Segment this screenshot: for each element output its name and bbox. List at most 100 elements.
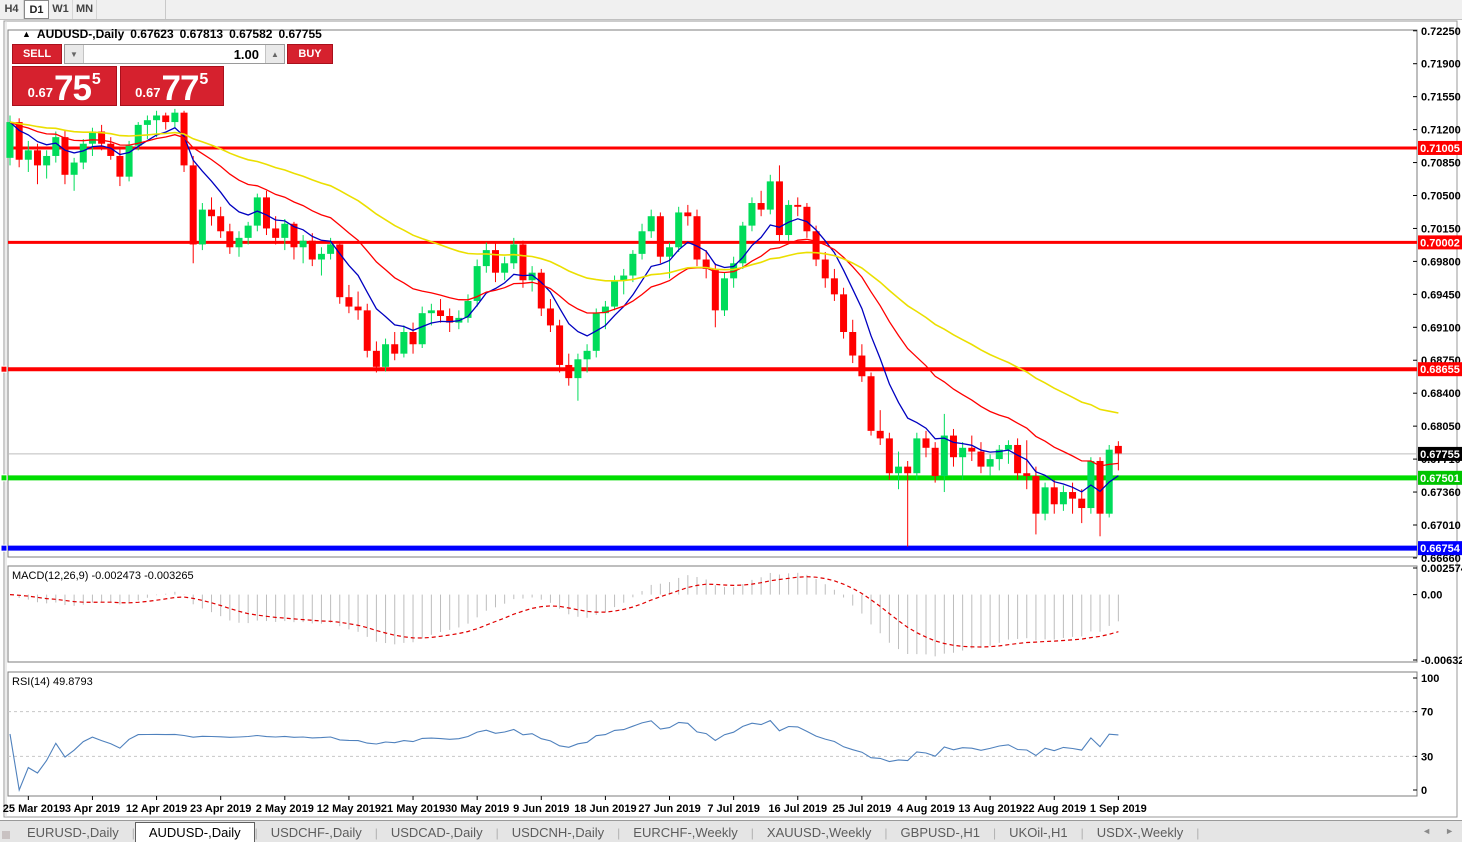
candle-body	[143, 120, 151, 125]
timeframe-toolbar: H4 D1 W1 MN	[0, 0, 1462, 20]
svg-text:100: 100	[1421, 673, 1439, 685]
timeframe-button-mn[interactable]: MN	[73, 0, 97, 19]
chart-tab-ukoil[interactable]: UKOil-,H1	[996, 823, 1081, 842]
candle-body	[308, 240, 316, 260]
candle-body	[757, 203, 765, 210]
chart-tab-usdcad[interactable]: USDCAD-,Daily	[378, 823, 496, 842]
buy-price-big: 77	[161, 68, 199, 108]
collapse-triangle-icon[interactable]: ▲	[22, 29, 31, 39]
one-click-trading-panel: SELL ▼ ▲ BUY 0.67 75 5 0.67 77 5	[12, 44, 333, 108]
candle-body	[1059, 492, 1067, 505]
sell-price-big: 75	[53, 68, 92, 108]
buy-button[interactable]: BUY	[287, 44, 333, 64]
candle-body	[24, 150, 32, 160]
chart-tab-eurusd[interactable]: EURUSD-,Daily	[14, 823, 132, 842]
candle-body	[262, 197, 270, 229]
candle-body	[1014, 444, 1022, 474]
svg-text:0.71200: 0.71200	[1421, 125, 1461, 137]
candle-body	[116, 155, 124, 177]
candle-body	[180, 112, 188, 166]
svg-text:70: 70	[1421, 707, 1433, 719]
candle-body	[748, 203, 756, 226]
tab-scroll-left-icon[interactable]: ◄	[1422, 826, 1431, 836]
chart-window: 0.72250 0.71900 0.71550 0.71200 0.70850 0.705…	[0, 20, 1462, 820]
svg-text:0.69450: 0.69450	[1421, 289, 1461, 301]
timeframe-button-d1[interactable]: D1	[24, 0, 49, 19]
svg-text:0.002574: 0.002574	[1421, 563, 1462, 575]
svg-text:12 May 2019: 12 May 2019	[317, 803, 381, 815]
buy-price-sup: 5	[199, 71, 209, 88]
candle-body	[711, 268, 719, 311]
tab-scroll-right-icon[interactable]: ►	[1445, 826, 1454, 836]
candle-body	[977, 451, 985, 467]
svg-text:0.67501: 0.67501	[1420, 473, 1460, 485]
candle-body	[244, 225, 252, 238]
svg-text:4 Aug 2019: 4 Aug 2019	[897, 803, 955, 815]
svg-text:21 May 2019: 21 May 2019	[381, 803, 445, 815]
chart-tab-usdchf[interactable]: USDCHF-,Daily	[258, 823, 375, 842]
svg-text:0.00: 0.00	[1421, 590, 1442, 602]
candle-body	[556, 325, 564, 365]
candle-body	[940, 435, 948, 477]
candle-body	[537, 272, 545, 309]
svg-text:9 Jun 2019: 9 Jun 2019	[513, 803, 569, 815]
candle-body	[372, 350, 380, 367]
sell-price-button[interactable]: 0.67 75 5	[12, 66, 117, 106]
volume-increase-icon[interactable]: ▲	[265, 45, 284, 63]
candle-body	[327, 244, 335, 254]
ohlc-low: 0.67582	[229, 27, 273, 41]
chart-tab-audusd[interactable]: AUDUSD-,Daily	[134, 822, 255, 842]
svg-text:0.67010: 0.67010	[1421, 520, 1461, 532]
sell-button[interactable]: SELL	[12, 44, 62, 64]
candle-body	[153, 115, 161, 121]
svg-text:1 Sep 2019: 1 Sep 2019	[1090, 803, 1147, 815]
candle-body	[418, 313, 426, 345]
timeframe-button-h4[interactable]: H4	[0, 0, 24, 19]
ohlc-close: 0.67755	[278, 27, 322, 41]
price-chart-canvas[interactable]: 0.72250 0.71900 0.71550 0.71200 0.70850 0.705…	[0, 20, 1462, 820]
svg-text:16 Jul 2019: 16 Jul 2019	[768, 803, 827, 815]
chart-tab-xauusd[interactable]: XAUUSD-,Weekly	[754, 823, 885, 842]
candle-body	[949, 435, 957, 458]
candle-body	[986, 459, 994, 467]
volume-decrease-icon[interactable]: ▼	[65, 45, 84, 63]
sell-price-prefix: 0.67	[27, 85, 53, 100]
volume-input[interactable]	[84, 45, 265, 63]
candle-body	[363, 310, 371, 351]
chart-tab-eurchf[interactable]: EURCHF-,Weekly	[620, 823, 751, 842]
macd-label: MACD(12,26,9) -0.002473 -0.003265	[12, 570, 194, 582]
svg-text:0: 0	[1421, 785, 1427, 797]
candle-body	[43, 155, 51, 166]
svg-text:0.68400: 0.68400	[1421, 388, 1461, 400]
svg-text:0.67360: 0.67360	[1421, 487, 1461, 499]
svg-text:-0.006328: -0.006328	[1421, 655, 1462, 667]
candle-body	[1023, 473, 1031, 477]
chart-tab-usdx[interactable]: USDX-,Weekly	[1084, 823, 1196, 842]
candle-body	[52, 137, 60, 156]
svg-text:25 Jul 2019: 25 Jul 2019	[833, 803, 892, 815]
candle-body	[1078, 498, 1086, 509]
candle-body	[895, 466, 903, 474]
candle-body	[629, 253, 637, 276]
svg-text:22 Aug 2019: 22 Aug 2019	[1022, 803, 1086, 815]
svg-text:0.71005: 0.71005	[1420, 143, 1460, 155]
candle-body	[656, 216, 664, 257]
svg-text:0.68655: 0.68655	[1420, 364, 1460, 376]
chart-tab-gbpusd[interactable]: GBPUSD-,H1	[888, 823, 993, 842]
candle-body	[968, 447, 976, 452]
candle-body	[345, 297, 353, 307]
candle-body	[876, 430, 884, 439]
candle-body	[812, 231, 820, 260]
candle-body	[1096, 460, 1104, 514]
candle-body	[437, 310, 445, 316]
timeframe-button-w1[interactable]: W1	[49, 0, 73, 19]
candle-body	[684, 212, 692, 217]
chart-tab-usdcnh[interactable]: USDCNH-,Daily	[499, 823, 617, 842]
svg-text:0.71550: 0.71550	[1421, 92, 1461, 104]
candle-body	[491, 250, 499, 273]
svg-text:27 Jun 2019: 27 Jun 2019	[638, 803, 700, 815]
buy-price-button[interactable]: 0.67 77 5	[119, 66, 224, 108]
chart-symbol-label: AUDUSD-,Daily	[36, 27, 125, 41]
candle-body	[189, 165, 197, 245]
candle-body	[400, 332, 408, 354]
